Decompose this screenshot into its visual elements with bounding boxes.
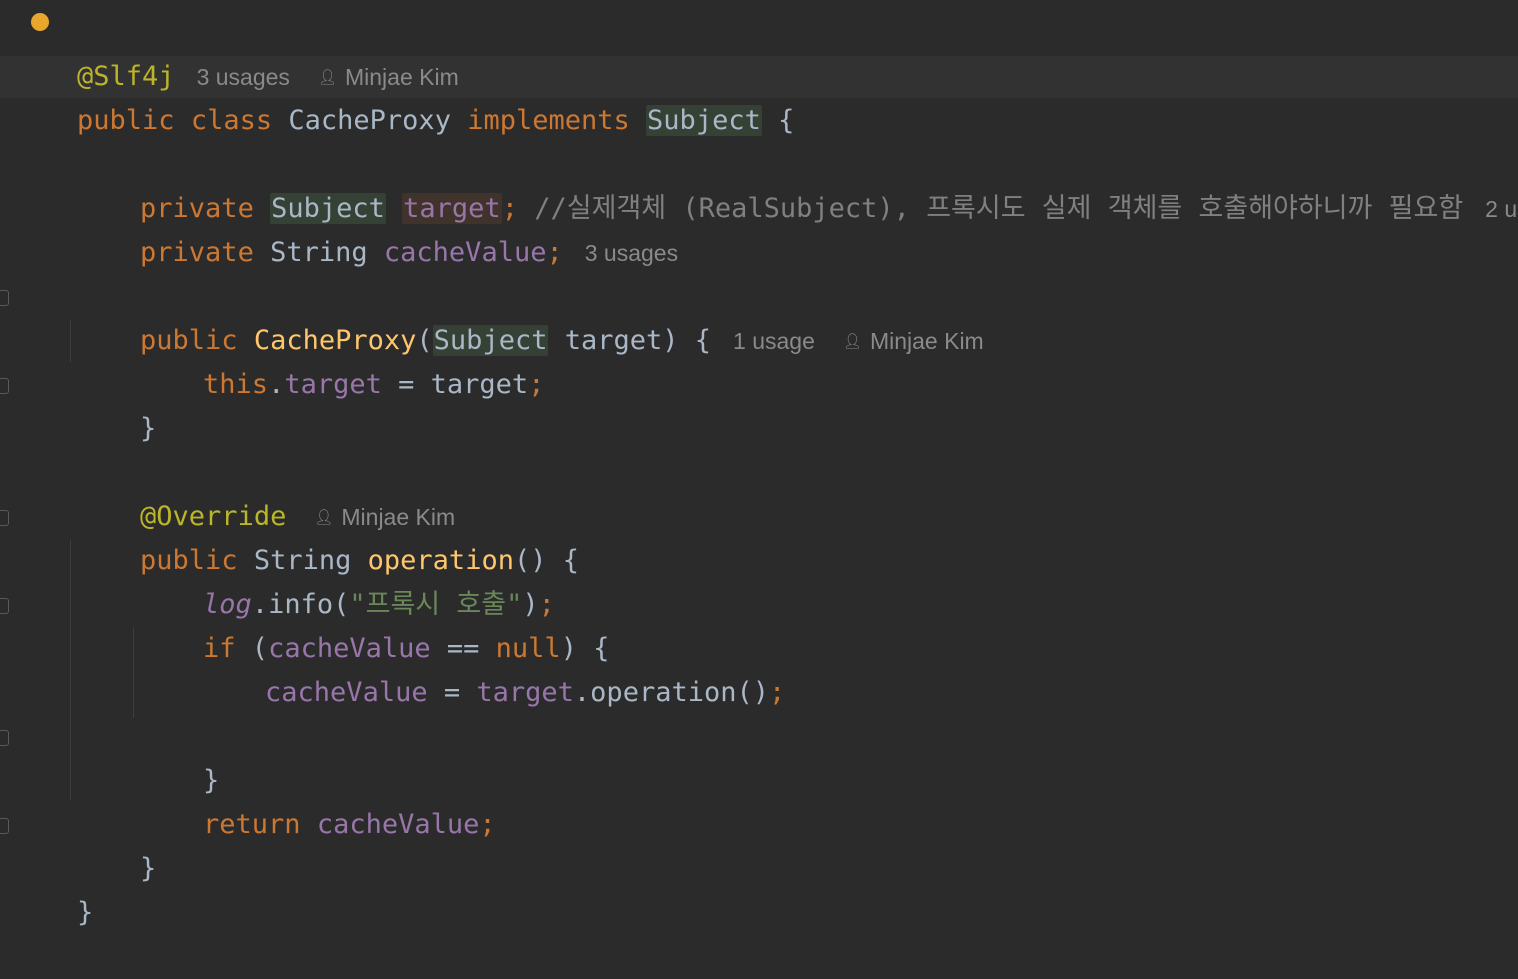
fold-marker-icon[interactable]: [0, 378, 9, 394]
keyword-this: this: [203, 369, 269, 400]
code-line-12[interactable]: public String operation() {: [75, 495, 579, 576]
code-line-19[interactable]: }: [75, 803, 156, 884]
code-line-14[interactable]: if (cacheValue == null) {: [138, 583, 609, 664]
code-line-9[interactable]: }: [75, 363, 156, 444]
code-line-18[interactable]: return cacheValue;: [138, 759, 496, 840]
field-name: target: [284, 369, 382, 400]
field-name: cacheValue: [265, 677, 428, 708]
intention-bulb-icon[interactable]: [31, 13, 49, 31]
code-line-7[interactable]: public CacheProxy(Subject target) {1 usa…: [75, 275, 984, 356]
usages-hint[interactable]: 1 usage: [733, 328, 815, 354]
type-name: String: [270, 237, 368, 268]
fold-marker-icon[interactable]: [0, 290, 9, 306]
code-editor[interactable]: @Slf4j 3 usages 👤︎ Minjae Kim public class …: [0, 0, 1518, 928]
code-line-20[interactable]: }: [12, 847, 93, 928]
semicolon: ;: [479, 809, 496, 840]
dot: .: [268, 369, 285, 400]
assignment: =: [427, 677, 477, 708]
person-icon: 👤︎: [842, 332, 862, 350]
fold-marker-icon[interactable]: [0, 598, 9, 614]
assignment: = target: [381, 369, 529, 400]
field-name: target: [476, 677, 574, 708]
semicolon: ;: [769, 677, 786, 708]
keyword-public: public: [77, 105, 175, 136]
open-brace: {: [778, 105, 795, 136]
code-line-2[interactable]: public class CacheProxy implements Subje…: [12, 55, 794, 136]
indent-guide: [133, 628, 134, 718]
param-name: target) {: [564, 325, 712, 356]
keyword-private: private: [140, 237, 254, 268]
code-line-15[interactable]: cacheValue = target.operation();: [200, 627, 785, 708]
code-line-4[interactable]: private Subject target; //실제객체 (RealSubj…: [75, 143, 1518, 224]
close-brace: }: [77, 897, 94, 928]
interface-name: Subject: [646, 105, 762, 136]
usages-hint[interactable]: 3 usages: [585, 240, 678, 266]
method-call: .operation(): [573, 677, 769, 708]
class-name: CacheProxy: [288, 105, 451, 136]
semicolon: ;: [546, 237, 563, 268]
close-brace: }: [140, 853, 157, 884]
code-line-5[interactable]: private String cacheValue; 3 usages: [75, 187, 678, 268]
code-line-13[interactable]: log.info("프록시 호출");: [138, 539, 555, 620]
author-hint[interactable]: Minjae Kim: [870, 328, 984, 354]
close-brace: }: [140, 413, 157, 444]
code-line-8[interactable]: this.target = target;: [138, 319, 544, 400]
indent-guide: [70, 320, 71, 362]
keyword-implements: implements: [467, 105, 630, 136]
field-name: cacheValue: [383, 237, 547, 268]
keyword-return: return: [203, 809, 301, 840]
usages-hint[interactable]: 2 usages: [1485, 196, 1518, 222]
fold-marker-icon[interactable]: [0, 510, 9, 526]
code-line-1[interactable]: @Slf4j 3 usages 👤︎ Minjae Kim: [12, 11, 459, 92]
code-line-11[interactable]: @Override 👤︎ Minjae Kim: [75, 451, 455, 532]
indent-guide: [70, 540, 71, 800]
field-name: cacheValue: [316, 809, 480, 840]
keyword-class: class: [190, 105, 273, 136]
fold-marker-icon[interactable]: [0, 818, 9, 834]
semicolon: ;: [528, 369, 545, 400]
code-line-17[interactable]: }: [138, 715, 219, 796]
fold-marker-icon[interactable]: [0, 730, 9, 746]
